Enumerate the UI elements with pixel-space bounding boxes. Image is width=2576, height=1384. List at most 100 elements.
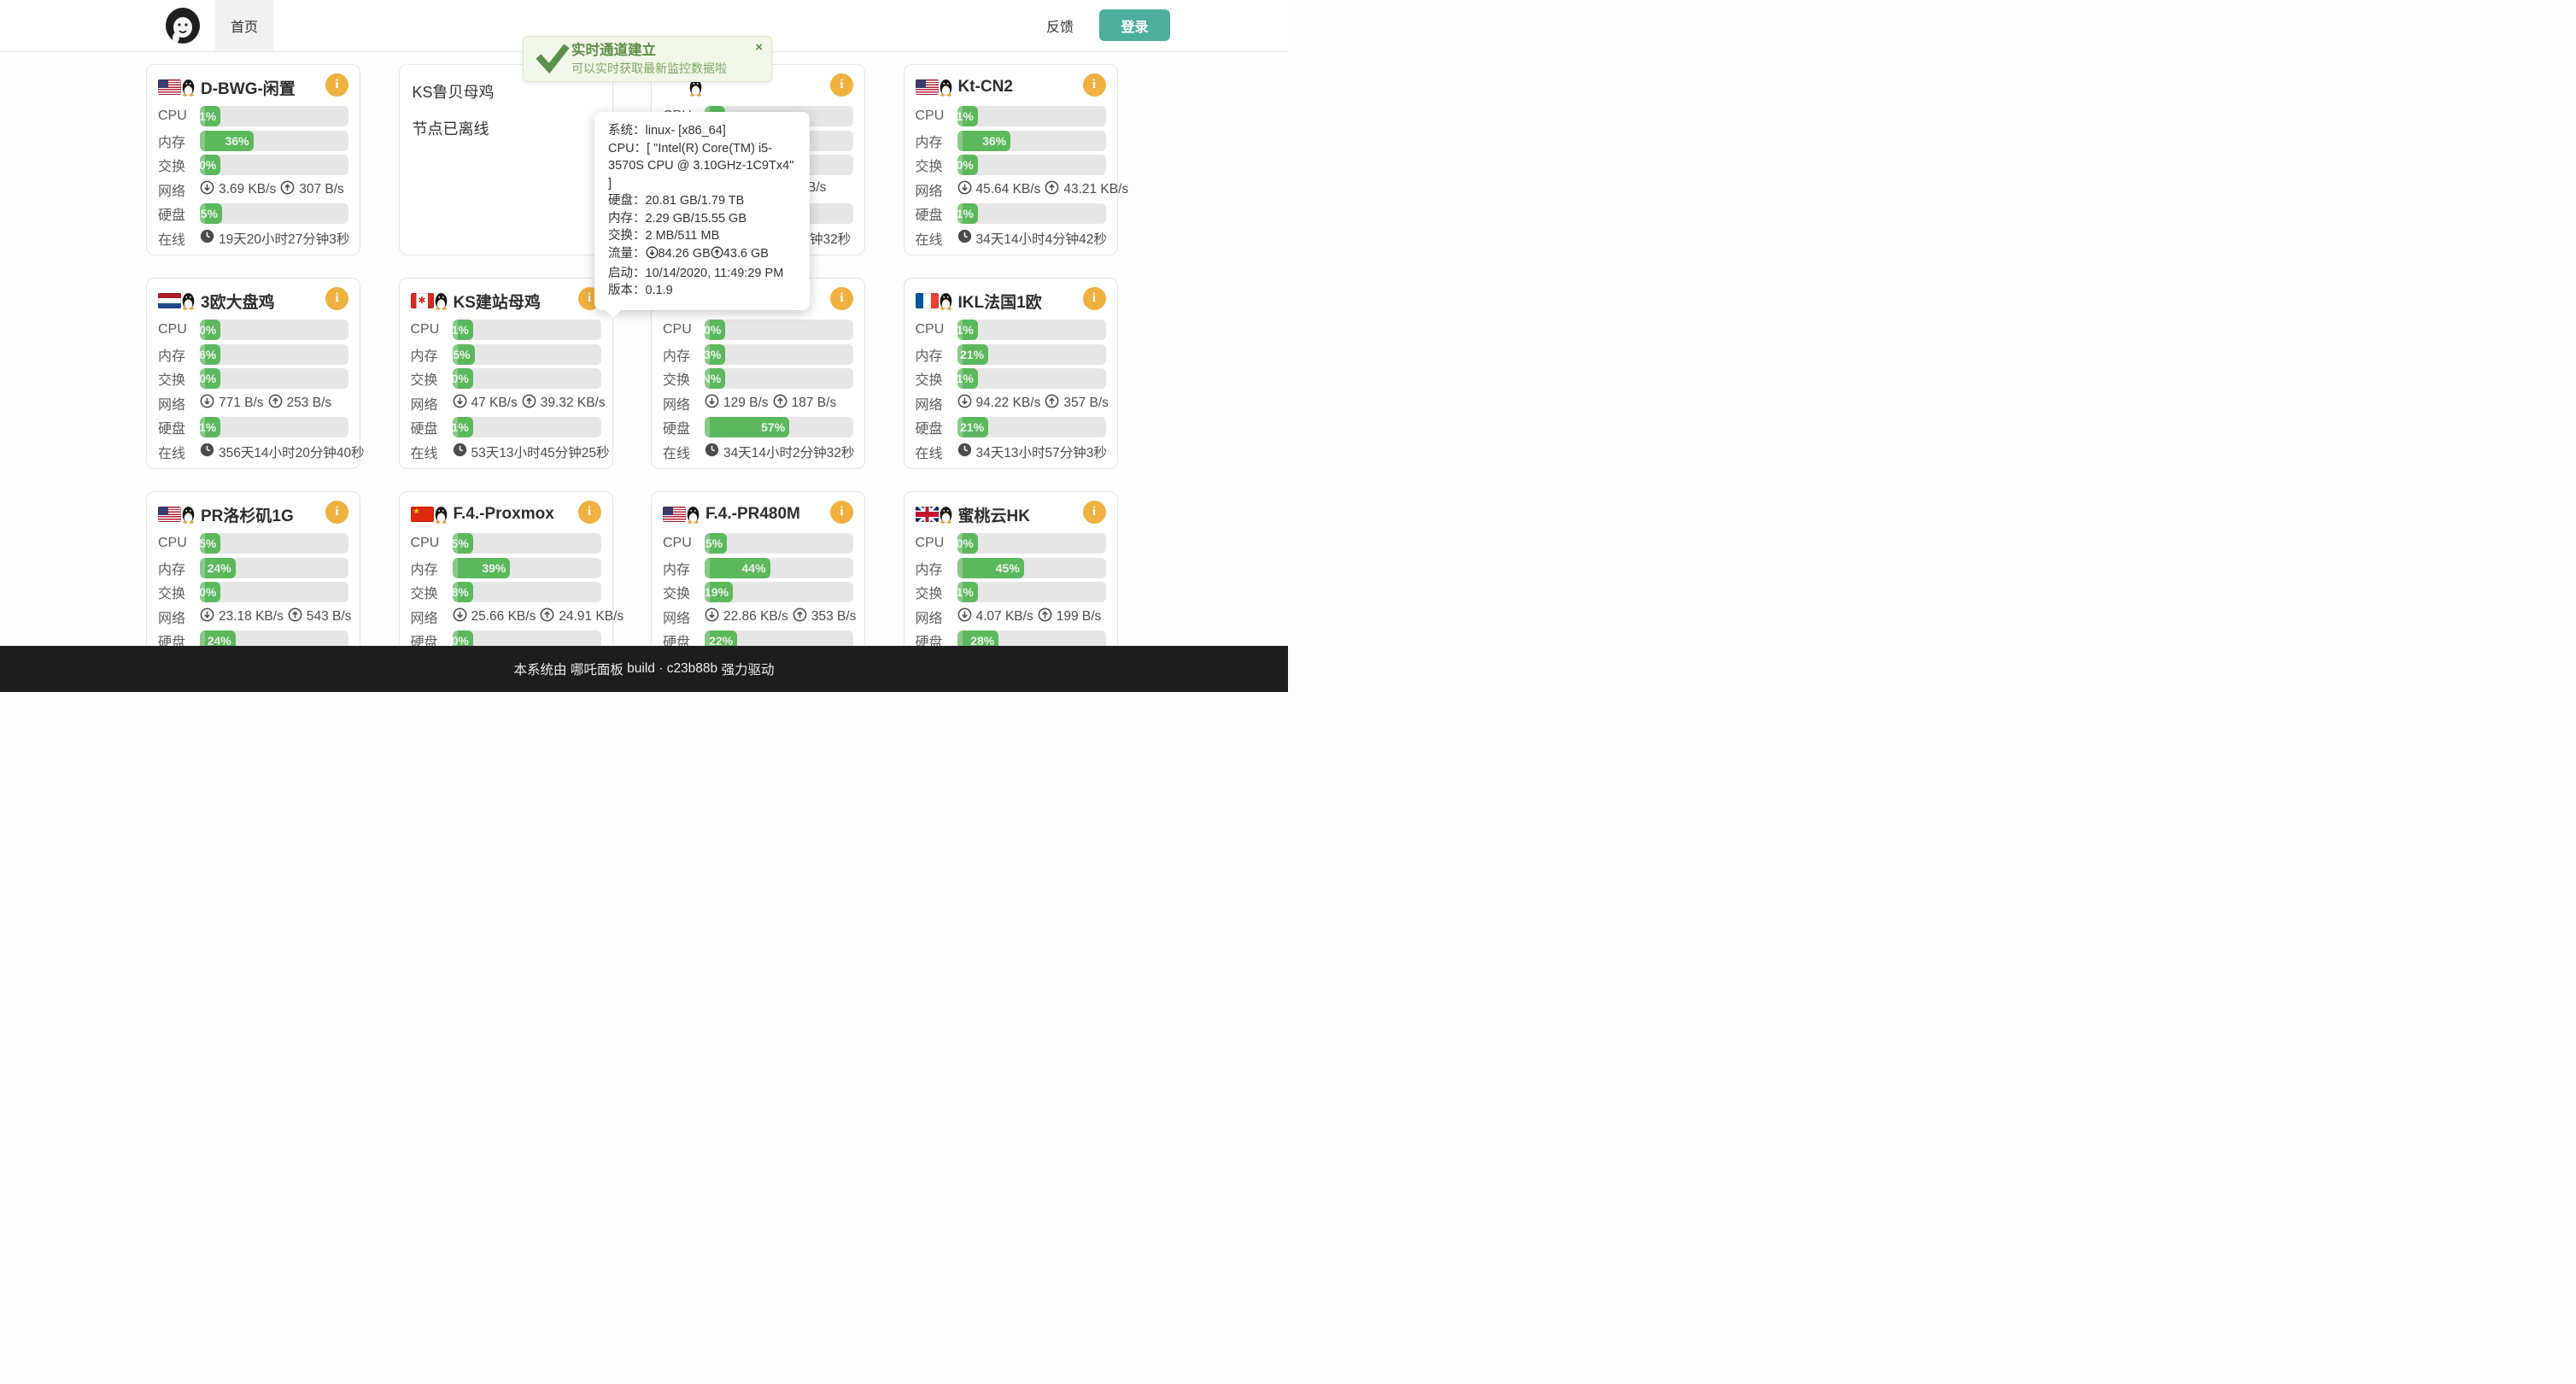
network-row: 网络 45.64 KB/s 43.21 KB/s bbox=[916, 179, 1106, 200]
nav-tab-home[interactable]: 首页 bbox=[215, 0, 273, 51]
upload-circle-icon bbox=[288, 607, 302, 626]
info-icon[interactable]: i bbox=[1083, 287, 1106, 310]
info-icon[interactable]: i bbox=[1083, 501, 1106, 524]
memory-progress-bar: 21% bbox=[957, 344, 1106, 365]
network-speed: 3.69 KB/s 307 B/s bbox=[200, 180, 344, 199]
info-icon[interactable]: i bbox=[1083, 73, 1106, 97]
country-flag-icon bbox=[916, 293, 939, 308]
nav-feedback-link[interactable]: 反馈 bbox=[1046, 0, 1074, 51]
card-title-row: D-BWG-闲置 i bbox=[158, 73, 348, 101]
cpu-row: CPU 0% bbox=[663, 320, 853, 340]
network-row: 网络 22.86 KB/s 353 B/s bbox=[663, 607, 853, 627]
row-label: 硬盘 bbox=[916, 417, 957, 437]
download-circle-icon bbox=[705, 607, 719, 626]
online-row: 在线 34天14小时2分钟32秒 bbox=[663, 442, 853, 462]
server-name: KS鲁贝母鸡 bbox=[413, 80, 601, 103]
info-icon[interactable]: i bbox=[325, 73, 348, 97]
network-row: 网络 25.66 KB/s 24.91 KB/s bbox=[411, 607, 601, 627]
row-label: CPU bbox=[916, 108, 957, 124]
cpu-progress-bar: 1% bbox=[957, 106, 1106, 126]
linux-penguin-icon bbox=[939, 292, 953, 310]
linux-penguin-icon bbox=[434, 506, 448, 524]
upload-circle-icon bbox=[540, 607, 554, 626]
row-label: 交换 bbox=[916, 155, 957, 175]
row-label: 交换 bbox=[411, 368, 453, 389]
server-card: ✱ KS建站母鸡 i CPU 1% 内存 15% 交换 0% 网络 47 KB/… bbox=[399, 278, 613, 469]
memory-row: 内存 36% bbox=[916, 131, 1106, 151]
server-card: 3欧大盘鸡 i CPU 0% 内存 6% 交换 0% 网络 771 B/s 25… bbox=[146, 278, 360, 469]
disk-progress-bar: 11% bbox=[957, 203, 1106, 224]
info-icon[interactable]: i bbox=[830, 501, 853, 524]
info-icon[interactable]: i bbox=[830, 287, 853, 310]
network-speed: 4.07 KB/s 199 B/s bbox=[957, 607, 1102, 626]
cpu-progress-bar: 15% bbox=[705, 533, 853, 554]
memory-progress-bar: 24% bbox=[200, 558, 348, 578]
row-label: CPU bbox=[158, 322, 200, 337]
server-name: D-BWG-闲置 bbox=[201, 76, 296, 99]
toast-close-icon[interactable]: × bbox=[755, 41, 763, 54]
linux-penguin-icon bbox=[939, 506, 953, 524]
row-label: 内存 bbox=[916, 344, 957, 365]
row-label: 交换 bbox=[916, 368, 957, 389]
row-label: 内存 bbox=[411, 558, 453, 578]
download-circle-icon bbox=[957, 394, 972, 413]
download-circle-icon bbox=[957, 180, 972, 199]
upload-circle-icon bbox=[522, 394, 536, 413]
online-row: 在线 34天14小时4分钟42秒 bbox=[916, 228, 1106, 249]
swap-progress-bar: N% bbox=[705, 368, 853, 389]
cpu-row: CPU 5% bbox=[158, 533, 348, 554]
login-button[interactable]: 登录 bbox=[1099, 9, 1170, 41]
download-circle-icon bbox=[957, 607, 972, 626]
disk-row: 硬盘 57% bbox=[663, 417, 853, 437]
memory-progress-bar: 36% bbox=[200, 131, 348, 151]
row-label: 硬盘 bbox=[916, 203, 957, 224]
disk-row: 硬盘 1% bbox=[411, 417, 601, 437]
disk-row: 硬盘 1% bbox=[158, 417, 348, 437]
linux-penguin-icon bbox=[939, 79, 953, 97]
swap-row: 交换 0% bbox=[158, 368, 348, 389]
country-flag-icon bbox=[158, 507, 181, 522]
info-icon[interactable]: i bbox=[578, 501, 601, 524]
row-label: 内存 bbox=[916, 558, 957, 578]
download-circle-icon bbox=[200, 394, 214, 413]
country-flag-icon bbox=[916, 79, 939, 95]
tooltip-row-traffic: 流量： 84.26 GB 43.6 GB bbox=[608, 245, 796, 265]
footer-text-suffix: 强力驱动 bbox=[717, 660, 774, 678]
info-icon[interactable]: i bbox=[830, 73, 853, 97]
server-card: KS鲁贝母鸡 节点已离线 bbox=[399, 64, 613, 255]
row-label: 交换 bbox=[158, 582, 200, 602]
online-duration: 53天13小时45分钟25秒 bbox=[453, 443, 610, 461]
network-speed: 23.18 KB/s 543 B/s bbox=[200, 607, 351, 626]
tooltip-row-swap: 交换：2 MB/511 MB bbox=[608, 227, 796, 245]
card-title-row: 3欧大盘鸡 i bbox=[158, 287, 348, 314]
row-label: CPU bbox=[663, 322, 705, 337]
memory-progress-bar: 15% bbox=[453, 344, 601, 365]
disk-progress-bar: 21% bbox=[957, 417, 1106, 437]
info-icon[interactable]: i bbox=[325, 287, 348, 310]
site-logo-avatar[interactable] bbox=[164, 7, 202, 44]
cpu-progress-bar: 1% bbox=[200, 106, 348, 126]
clock-icon bbox=[200, 443, 214, 461]
cpu-row: CPU 0% bbox=[916, 533, 1106, 554]
memory-row: 内存 21% bbox=[916, 344, 1106, 365]
country-flag-icon bbox=[663, 507, 686, 522]
info-icon[interactable]: i bbox=[325, 501, 348, 524]
disk-progress-bar: 1% bbox=[200, 417, 348, 437]
network-speed: 94.22 KB/s 357 B/s bbox=[957, 394, 1109, 413]
network-speed: 129 B/s 187 B/s bbox=[705, 394, 836, 413]
network-row: 网络 129 B/s 187 B/s bbox=[663, 393, 853, 413]
network-row: 网络 4.07 KB/s 199 B/s bbox=[916, 607, 1106, 627]
build-hash-link[interactable]: c23b88b bbox=[667, 661, 717, 677]
swap-progress-bar: 8% bbox=[453, 582, 601, 602]
swap-row: 交换 1% bbox=[916, 582, 1106, 602]
upload-circle-icon bbox=[1045, 180, 1059, 199]
nezha-panel-link[interactable]: 哪吒面板 bbox=[571, 660, 624, 678]
linux-penguin-icon bbox=[181, 506, 196, 524]
row-label: CPU bbox=[411, 322, 453, 337]
memory-progress-bar: 3% bbox=[705, 344, 853, 365]
cpu-progress-bar: 0% bbox=[200, 320, 348, 340]
server-name: IKL法国1欧 bbox=[958, 290, 1042, 313]
country-flag-icon: ✱ bbox=[411, 293, 434, 308]
online-row: 在线 356天14小时20分钟40秒 bbox=[158, 442, 348, 462]
clock-icon bbox=[705, 443, 719, 461]
